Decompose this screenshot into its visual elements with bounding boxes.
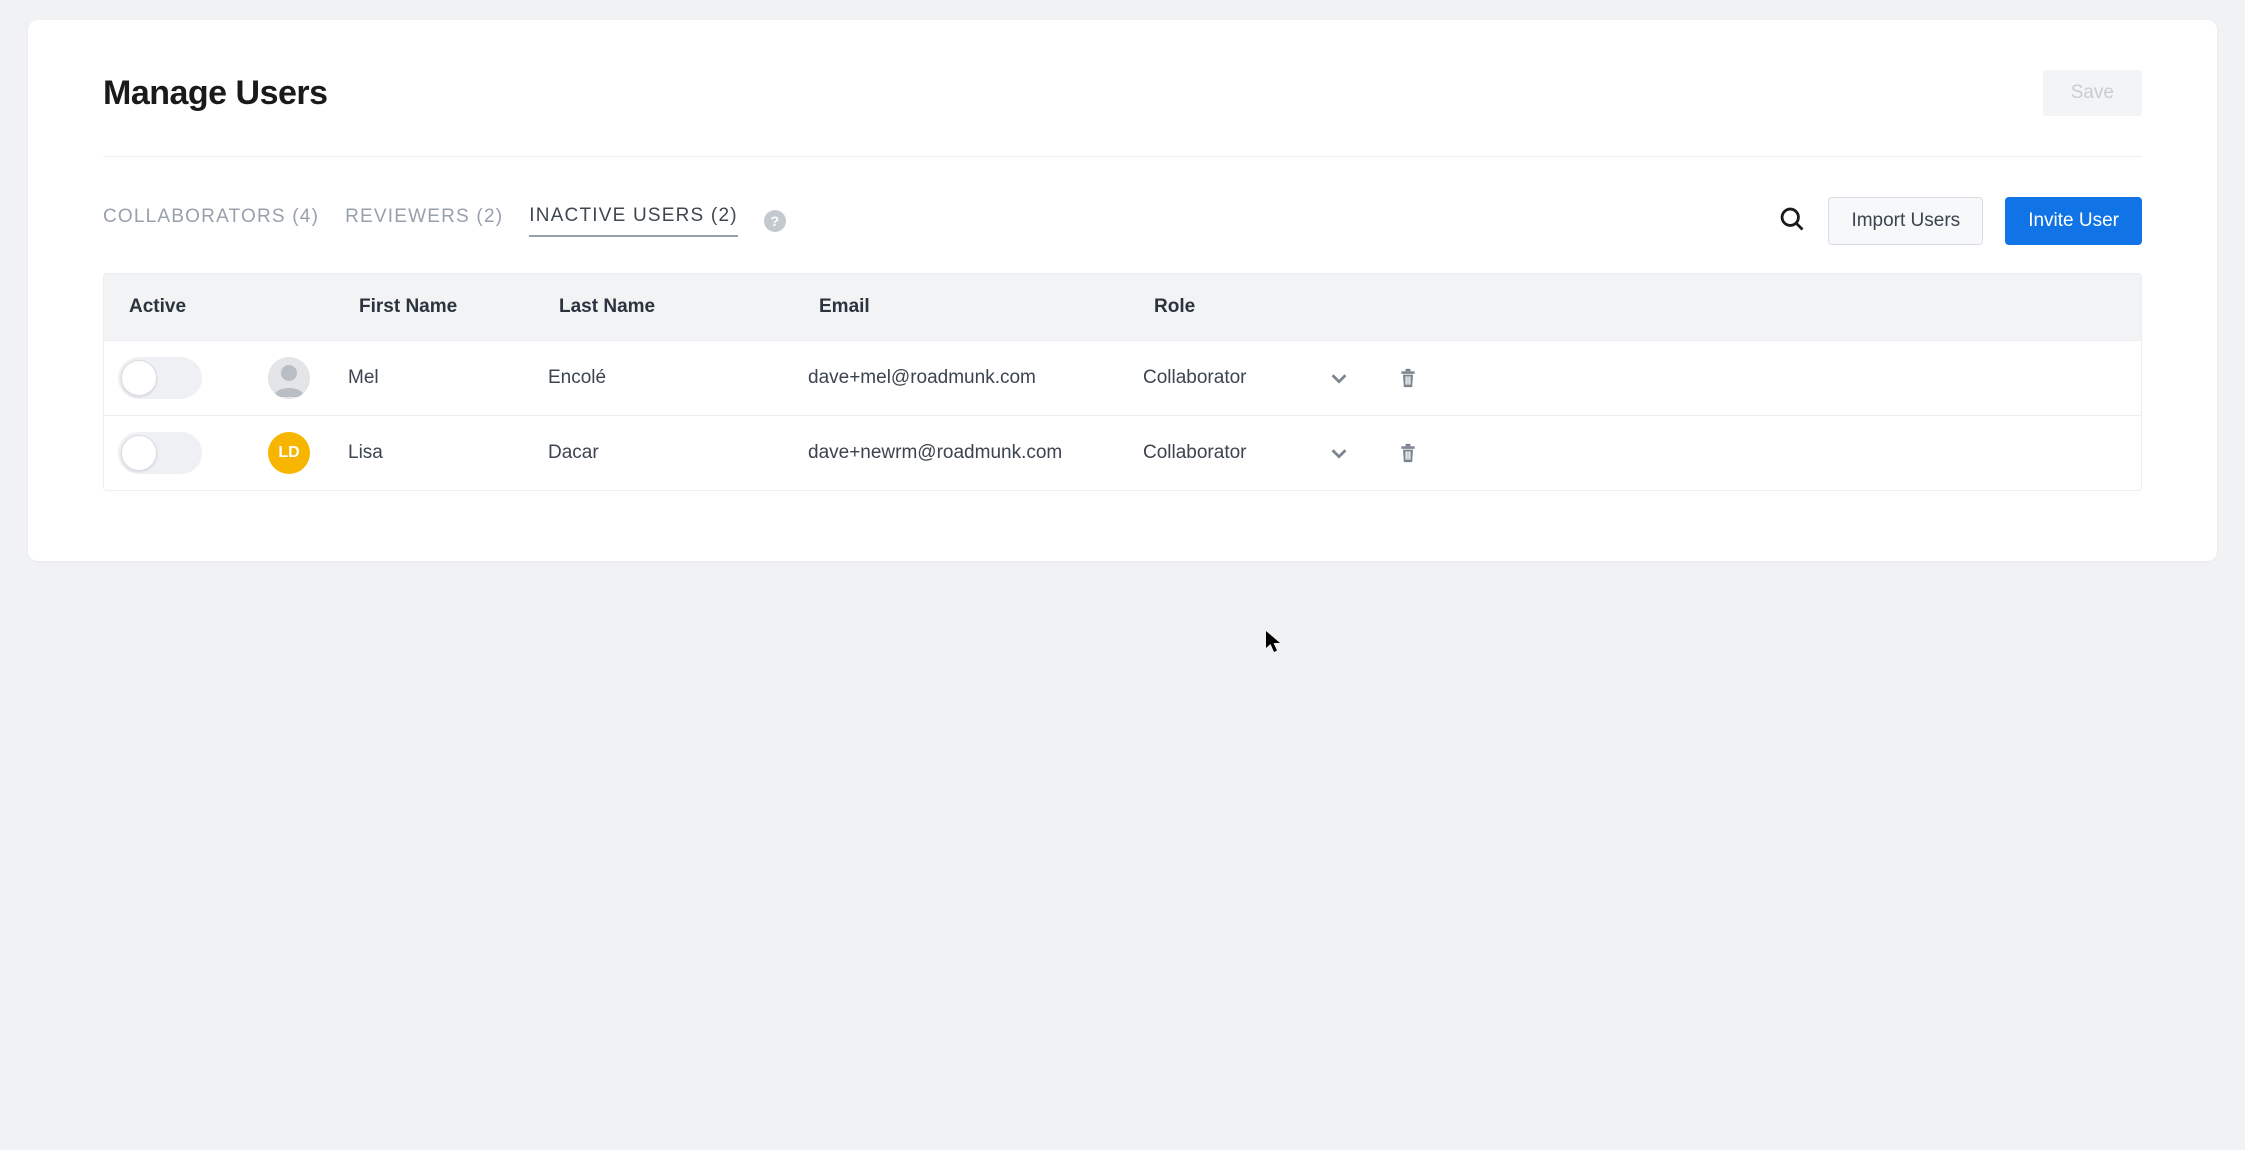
manage-users-card: Manage Users Save COLLABORATORS (4) REVI… [28, 20, 2217, 561]
cell-last-name: Encolé [548, 367, 808, 389]
users-table: Active First Name Last Name Email Role [103, 273, 2142, 491]
cell-role: Collaborator [1143, 442, 1328, 464]
header-row: Manage Users Save [103, 70, 2142, 157]
cell-last-name: Dacar [548, 442, 808, 464]
active-toggle[interactable] [118, 432, 202, 474]
col-last-name: Last Name [559, 296, 819, 318]
tabs: COLLABORATORS (4) REVIEWERS (2) INACTIVE… [103, 205, 786, 237]
tab-label: REVIEWERS [345, 206, 470, 227]
col-active: Active [129, 296, 279, 318]
trash-icon[interactable] [1398, 442, 1458, 464]
tab-count: 4 [300, 206, 312, 227]
cursor-icon [1265, 630, 1283, 654]
chevron-down-icon[interactable] [1328, 367, 1398, 389]
search-icon[interactable] [1778, 205, 1806, 238]
avatar: LD [268, 432, 310, 474]
help-icon[interactable]: ? [764, 210, 786, 232]
cell-email: dave+mel@roadmunk.com [808, 367, 1143, 389]
toggle-knob [121, 435, 157, 471]
active-toggle[interactable] [118, 357, 202, 399]
cell-first-name: Mel [348, 367, 548, 389]
col-email: Email [819, 296, 1154, 318]
avatar-initials: LD [278, 444, 299, 462]
toggle-knob [121, 360, 157, 396]
cell-role: Collaborator [1143, 367, 1328, 389]
invite-user-button[interactable]: Invite User [2005, 197, 2142, 245]
import-users-button[interactable]: Import Users [1828, 197, 1983, 245]
cell-first-name: Lisa [348, 442, 548, 464]
trash-icon[interactable] [1398, 367, 1458, 389]
chevron-down-icon[interactable] [1328, 442, 1398, 464]
avatar [268, 357, 310, 399]
save-button[interactable]: Save [2043, 70, 2142, 116]
tab-label: INACTIVE USERS [529, 205, 704, 226]
col-role: Role [1154, 296, 1339, 318]
controls-row: COLLABORATORS (4) REVIEWERS (2) INACTIVE… [103, 197, 2142, 245]
table-row: Mel Encolé dave+mel@roadmunk.com Collabo… [104, 340, 2141, 415]
tab-label: COLLABORATORS [103, 206, 286, 227]
tab-collaborators[interactable]: COLLABORATORS (4) [103, 206, 319, 236]
tab-count: 2 [718, 205, 730, 226]
actions: Import Users Invite User [1778, 197, 2142, 245]
tab-count: 2 [484, 206, 496, 227]
cell-email: dave+newrm@roadmunk.com [808, 442, 1143, 464]
table-header: Active First Name Last Name Email Role [104, 274, 2141, 340]
tab-inactive-users[interactable]: INACTIVE USERS (2) [529, 205, 738, 237]
page-title: Manage Users [103, 74, 328, 113]
table-row: LD Lisa Dacar dave+newrm@roadmunk.com Co… [104, 415, 2141, 490]
col-first-name: First Name [359, 296, 559, 318]
tab-reviewers[interactable]: REVIEWERS (2) [345, 206, 503, 236]
